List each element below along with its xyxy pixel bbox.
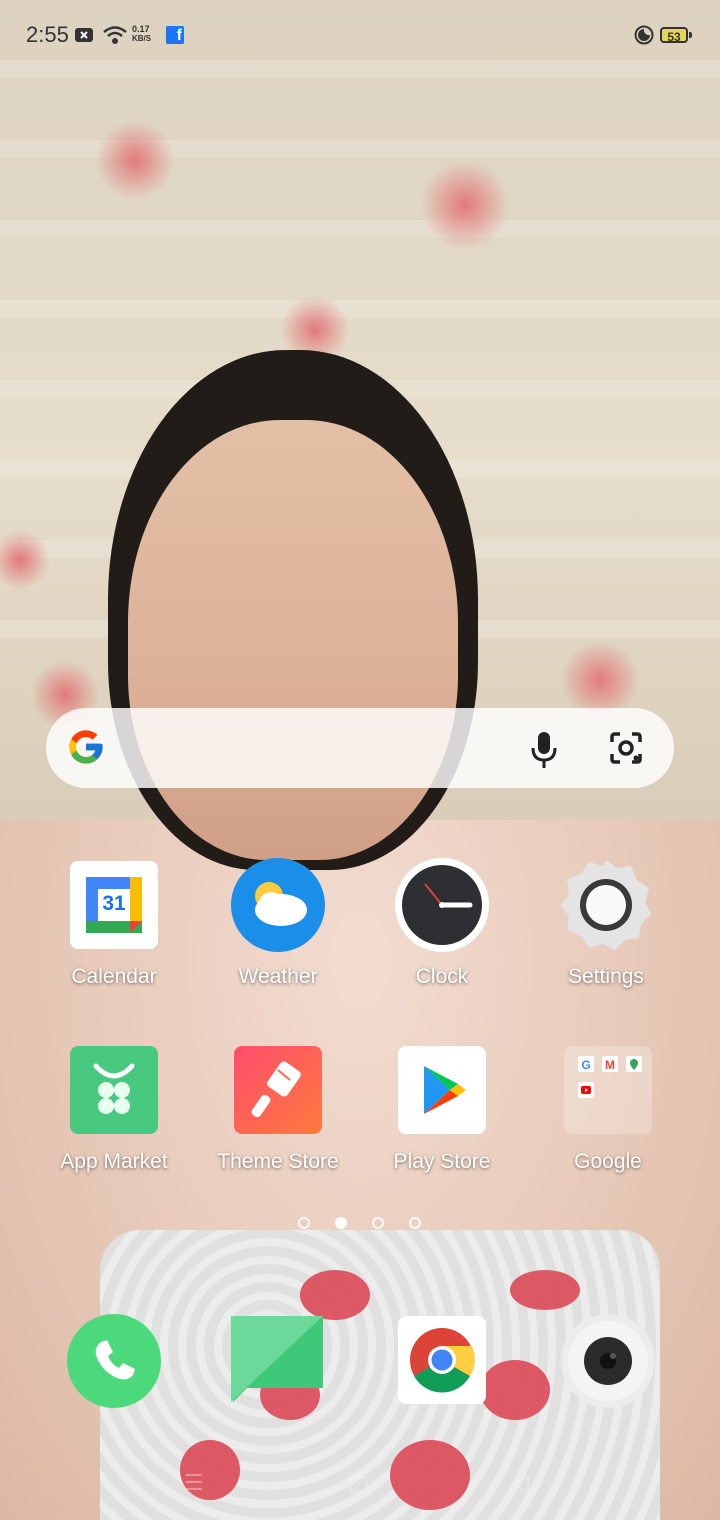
play-store-icon xyxy=(398,1046,486,1134)
wifi-icon xyxy=(103,26,127,44)
theme-store-icon xyxy=(234,1046,322,1134)
app-calendar[interactable]: 31 Calendar xyxy=(34,861,194,989)
facebook-icon: f xyxy=(166,26,184,44)
messages-icon xyxy=(231,1316,325,1410)
dock-messages[interactable] xyxy=(198,1316,358,1410)
app-clock[interactable]: Clock xyxy=(362,858,522,989)
nav-menu-icon[interactable]: ☰ xyxy=(184,1470,204,1495)
svg-text:G: G xyxy=(581,1058,590,1072)
dnd-icon xyxy=(634,25,654,45)
page-dot-active[interactable] xyxy=(335,1217,347,1229)
app-label: Settings xyxy=(568,965,644,988)
page-dot[interactable] xyxy=(372,1217,384,1229)
chrome-icon xyxy=(398,1316,486,1404)
app-theme-store[interactable]: Theme Store xyxy=(198,1046,358,1174)
google-g-icon xyxy=(69,730,103,764)
network-speed: 0.17 KB/S xyxy=(132,24,152,43)
app-app-market[interactable]: App Market xyxy=(34,1046,194,1174)
status-bar: 2:55 0.17 KB/S f 53 xyxy=(0,0,720,70)
page-dot[interactable] xyxy=(298,1217,310,1229)
page-indicator xyxy=(0,1217,720,1233)
camera-icon xyxy=(561,1314,655,1408)
app-label: Play Store xyxy=(393,1150,491,1173)
app-google-folder[interactable]: G M Google xyxy=(528,1046,688,1174)
app-label: Calendar xyxy=(71,965,157,988)
svg-text:M: M xyxy=(605,1058,615,1072)
page-dot[interactable] xyxy=(409,1217,421,1229)
google-search-bar[interactable] xyxy=(46,708,674,788)
nav-home-icon[interactable]: ▢ xyxy=(348,1470,369,1495)
phone-icon xyxy=(67,1314,161,1408)
app-label: Google xyxy=(574,1150,642,1173)
dock-camera[interactable] xyxy=(528,1314,688,1408)
battery-tip xyxy=(689,32,692,38)
weather-icon xyxy=(231,858,325,952)
google-lens-icon[interactable] xyxy=(606,728,646,768)
calendar-icon: 31 xyxy=(70,861,158,949)
settings-icon xyxy=(559,858,653,952)
app-label: App Market xyxy=(60,1150,168,1173)
app-label: Clock xyxy=(415,965,469,988)
app-market-icon xyxy=(70,1046,158,1134)
microphone-icon[interactable] xyxy=(528,730,560,770)
dock-phone[interactable] xyxy=(34,1314,194,1408)
app-play-store[interactable]: Play Store xyxy=(362,1046,522,1174)
nav-back-icon[interactable]: ◁ xyxy=(512,1470,529,1495)
status-time: 2:55 xyxy=(26,22,69,47)
calendar-badge: 31 xyxy=(102,892,126,915)
notification-x-icon xyxy=(75,28,93,42)
app-weather[interactable]: Weather xyxy=(198,858,358,989)
app-label: Weather xyxy=(238,965,318,988)
app-label: Theme Store xyxy=(217,1150,339,1173)
google-folder-icon: G M xyxy=(564,1046,652,1134)
clock-icon xyxy=(395,858,489,952)
dock-chrome[interactable] xyxy=(362,1316,522,1404)
app-settings[interactable]: Settings xyxy=(526,858,686,989)
battery-icon: 53 xyxy=(660,27,688,44)
